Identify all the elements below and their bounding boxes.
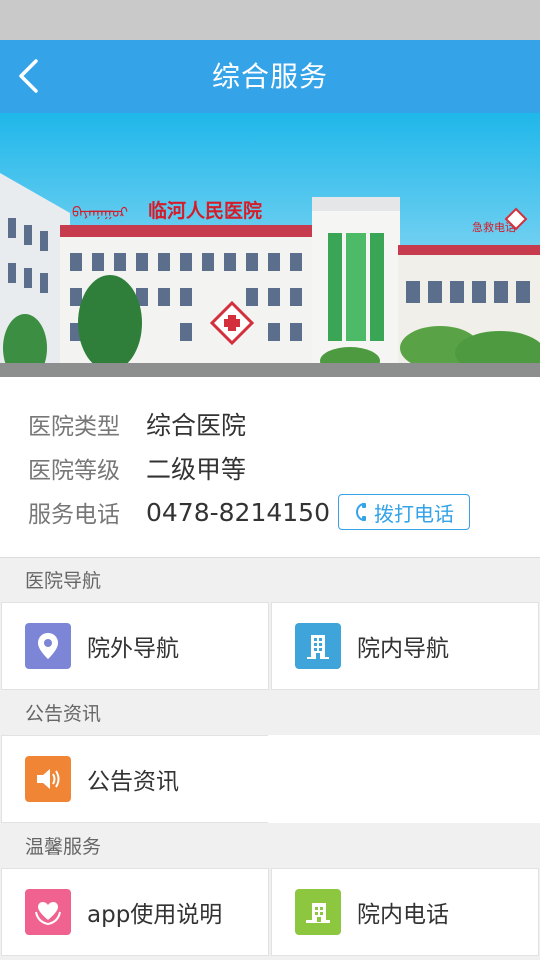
empty-tile bbox=[268, 735, 540, 823]
service-phone-label: 服务电话 bbox=[28, 502, 120, 528]
section-header-care: 温馨服务 bbox=[0, 825, 540, 869]
hospital-level-label: 医院等级 bbox=[28, 458, 120, 484]
hospital-level-row: 医院等级 二级甲等 bbox=[28, 450, 246, 486]
service-phone-row: 服务电话 0478-8214150 bbox=[28, 494, 330, 530]
app-guide-label: app使用说明 bbox=[87, 902, 223, 928]
hospital-level-value: 二级甲等 bbox=[146, 455, 247, 484]
call-button[interactable]: 拨打电话 bbox=[338, 494, 470, 530]
mongolian-sign: ᠪᠠᠶᠠᠨᠨᠠᠭᠤᠷ bbox=[72, 205, 128, 221]
outside-navigation-label: 院外导航 bbox=[87, 636, 179, 662]
location-pin-icon bbox=[25, 623, 71, 669]
call-button-label: 拨打电话 bbox=[374, 501, 454, 526]
speaker-icon bbox=[25, 756, 71, 802]
nav-bar: 综合服务 bbox=[0, 40, 540, 113]
hospital-photo: 临河人民医院 ᠪᠠᠶᠠᠨᠨᠠᠭᠤᠷ 急救电话 bbox=[0, 113, 540, 377]
inside-navigation-tile[interactable]: 院内导航 bbox=[271, 602, 539, 690]
section-header-navigation: 医院导航 bbox=[0, 559, 540, 603]
outside-navigation-tile[interactable]: 院外导航 bbox=[1, 602, 269, 690]
app-guide-tile[interactable]: app使用说明 bbox=[1, 868, 269, 956]
hospital-sign: 临河人民医院 bbox=[148, 199, 262, 222]
notice-label: 公告资讯 bbox=[87, 769, 179, 795]
phone-icon bbox=[355, 503, 366, 521]
hospital-type-label: 医院类型 bbox=[28, 414, 120, 440]
section-header-notice: 公告资讯 bbox=[0, 692, 540, 736]
notice-tile[interactable]: 公告资讯 bbox=[1, 735, 269, 823]
hospital-phone-tile[interactable]: 院内电话 bbox=[271, 868, 539, 956]
inside-navigation-label: 院内导航 bbox=[357, 636, 449, 662]
heart-hands-icon bbox=[25, 889, 71, 935]
page-title: 综合服务 bbox=[211, 60, 328, 93]
hospital-type-value: 综合医院 bbox=[146, 411, 247, 440]
hospital-building-icon bbox=[295, 889, 341, 935]
hospital-info: 医院类型 综合医院 医院等级 二级甲等 服务电话 0478-8214150 拨打… bbox=[0, 377, 540, 558]
service-phone-value: 0478-8214150 bbox=[146, 497, 330, 527]
building-icon bbox=[295, 623, 341, 669]
status-bar bbox=[0, 0, 540, 40]
hospital-type-row: 医院类型 综合医院 bbox=[28, 406, 246, 442]
hospital-phone-label: 院内电话 bbox=[357, 902, 449, 928]
